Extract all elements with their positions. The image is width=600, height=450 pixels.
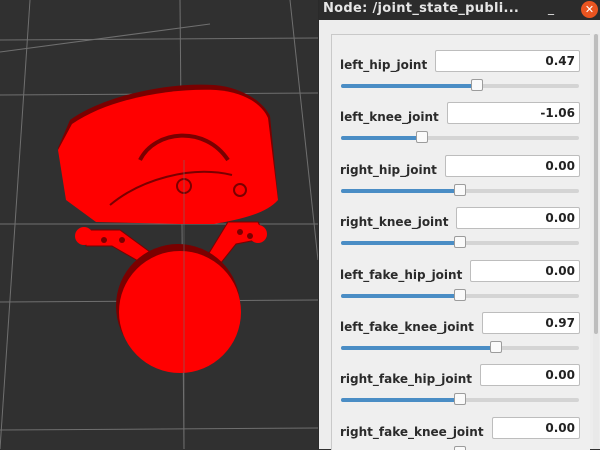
vertical-scrollbar[interactable] [593,34,599,449]
joint-label: left_knee_joint [340,110,439,125]
joint-slider-handle[interactable] [454,288,466,301]
joint-slider-fill [341,293,460,298]
joint-value-field[interactable]: 0.00 [456,207,580,230]
joint-slider[interactable] [341,341,579,353]
title-bar[interactable]: Node: /joint_state_publi... _ ✕ [319,0,600,20]
joint-row-right-fake-hip-joint: right_fake_hip_joint 0.00 [332,363,590,415]
joint-slider-handle[interactable] [470,79,483,91]
joint-slider[interactable] [341,288,579,301]
joint-slider-handle[interactable] [454,183,466,196]
robot-render [0,0,318,449]
joint-value-field[interactable]: 0.00 [470,259,580,282]
joint-value-field[interactable]: 0.97 [482,312,580,334]
joint-slider-fill [341,398,460,403]
joint-slider-handle[interactable] [489,341,502,353]
joint-row-left-fake-knee-joint: left_fake_knee_joint 0.97 [332,311,590,363]
joint-slider-handle[interactable] [454,445,466,450]
joint-slider[interactable] [341,131,579,144]
joint-slider-handle[interactable] [454,393,466,406]
joint-value-field[interactable]: 0.00 [445,154,580,177]
joint-value-field[interactable]: -1.06 [447,102,580,125]
ground-grid [0,0,318,449]
robot-body [58,84,278,265]
joint-slider-fill [341,84,477,88]
joint-slider-fill [341,188,460,193]
joint-row-right-hip-joint: right_hip_joint 0.00 [332,154,590,206]
joint-label: left_fake_hip_joint [340,267,463,282]
joint-row-left-hip-joint: left_hip_joint 0.47 [332,49,590,101]
joint-slider-fill [341,136,422,141]
minimize-button[interactable]: _ [545,2,557,15]
joint-value-field[interactable]: 0.00 [492,416,580,439]
joint-label: right_fake_hip_joint [340,372,473,387]
joint-value-field[interactable]: 0.47 [435,50,580,72]
joint-label: right_fake_knee_joint [340,424,484,439]
joint-state-publisher-window: Node: /joint_state_publi... _ ✕ left_hip… [318,0,600,450]
joint-slider-handle[interactable] [415,131,428,144]
joint-slider[interactable] [341,79,579,91]
joint-slider-handle[interactable] [454,236,466,249]
joint-slider[interactable] [341,393,579,406]
joint-slider-fill [341,346,496,350]
joint-label: right_hip_joint [340,162,437,177]
joint-label: left_fake_knee_joint [340,320,474,334]
joint-row-right-fake-knee-joint: right_fake_knee_joint 0.00 [332,416,590,450]
joint-row-left-knee-joint: left_knee_joint -1.06 [332,101,590,153]
joint-slider-fill [341,241,460,246]
window-title: Node: /joint_state_publi... [323,1,520,16]
close-button[interactable]: ✕ [581,1,598,18]
joint-slider[interactable] [341,236,579,249]
joint-slider[interactable] [341,183,579,196]
joint-row-left-fake-hip-joint: left_fake_hip_joint 0.00 [332,259,590,311]
scrollbar-thumb[interactable] [594,34,598,334]
joint-label: right_knee_joint [340,215,449,230]
joint-row-right-knee-joint: right_knee_joint 0.00 [332,206,590,258]
rviz-3d-viewport[interactable] [0,0,318,449]
joint-value-field[interactable]: 0.00 [480,364,580,387]
joint-label: left_hip_joint [340,58,428,72]
joint-slider-panel: left_hip_joint 0.47 left_knee_joint -1.06 ri… [331,34,590,450]
